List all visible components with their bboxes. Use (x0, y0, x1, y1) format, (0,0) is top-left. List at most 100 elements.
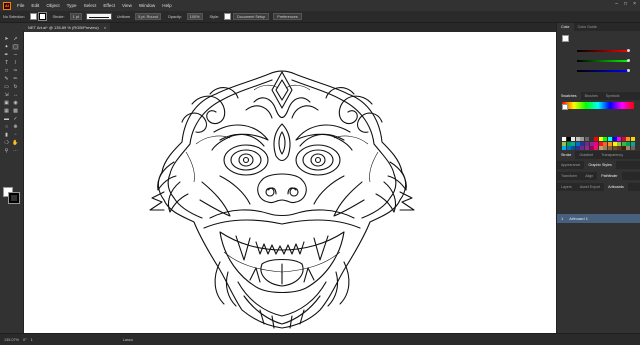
slice-tool-icon[interactable]: ❍ (3, 140, 10, 146)
rotation-angle[interactable]: 0° (23, 338, 27, 342)
tab-asset-export[interactable]: Asset Export (576, 183, 604, 191)
pencil-tool-icon[interactable]: ✏ (12, 76, 19, 82)
swatch-chip[interactable] (594, 137, 599, 141)
free-transform-tool-icon[interactable]: ▣ (3, 100, 10, 106)
menu-window[interactable]: Window (139, 3, 155, 8)
rotate-tool-icon[interactable]: ↻ (12, 84, 19, 90)
eraser-tool-icon[interactable]: ▭ (3, 84, 10, 90)
swatch-chip[interactable] (584, 141, 589, 146)
swatch-chip[interactable] (575, 146, 580, 151)
swatch-chip[interactable] (612, 146, 617, 151)
gradient-tool-icon[interactable]: ▬ (3, 116, 10, 122)
swatch-chip[interactable] (612, 137, 617, 141)
eyedropper-tool-icon[interactable]: ✓ (12, 116, 19, 122)
magic-wand-tool-icon[interactable]: ✦ (3, 44, 10, 50)
tab-transform[interactable]: Transform (557, 172, 581, 180)
blend-tool-icon[interactable]: ○ (3, 124, 10, 130)
artboard-navigator[interactable]: 1 (31, 338, 33, 342)
tab-gradient[interactable]: Gradient (575, 151, 597, 159)
menu-select[interactable]: Select (84, 3, 97, 8)
swatch-chip[interactable] (594, 141, 599, 146)
tab-pathfinder[interactable]: Pathfinder (597, 172, 622, 180)
red-slider[interactable] (577, 49, 630, 52)
shape-builder-tool-icon[interactable]: ◉ (12, 100, 19, 106)
symbol-sprayer-tool-icon[interactable]: ❋ (12, 124, 19, 130)
tab-align[interactable]: Align (581, 172, 597, 180)
column-graph-tool-icon[interactable]: ▮ (3, 132, 10, 138)
tab-brushes[interactable]: Brushes (581, 92, 602, 100)
curvature-tool-icon[interactable]: ∽ (12, 52, 19, 58)
swatch-chip[interactable] (598, 137, 603, 141)
menu-view[interactable]: View (122, 3, 132, 8)
edit-toolbar-icon[interactable]: ⋯ (12, 148, 19, 154)
swatch-chip[interactable] (598, 146, 603, 151)
swatch-chip[interactable] (617, 141, 622, 146)
swatch-chip[interactable] (566, 146, 571, 151)
swatch-chip[interactable] (594, 146, 599, 151)
blue-slider[interactable] (577, 69, 630, 72)
stroke-weight-field[interactable]: 1 pt (69, 13, 82, 20)
tab-artboards[interactable]: Artboards (604, 183, 628, 191)
hand-tool-icon[interactable]: ✋ (12, 140, 19, 146)
swatch-chip[interactable] (630, 146, 635, 151)
swatch-chip[interactable] (584, 146, 589, 151)
zoom-level[interactable]: 135.07% (4, 338, 19, 342)
tab-stroke[interactable]: Stroke (557, 151, 576, 159)
tab-layers[interactable]: Layers (557, 183, 576, 191)
swatch-chip[interactable] (607, 146, 612, 151)
swatch-chip[interactable] (617, 137, 622, 141)
swatch-chip[interactable] (575, 137, 580, 141)
artboard-list-item[interactable]: 1 Artboard 1 (557, 214, 640, 223)
swatch-chip[interactable] (562, 141, 566, 146)
swatch-chip[interactable] (580, 137, 585, 141)
swatch-chip[interactable] (562, 146, 566, 151)
tab-appearance[interactable]: Appearance (557, 161, 584, 169)
swatch-chip[interactable] (607, 141, 612, 146)
swatch-chip[interactable] (630, 141, 635, 146)
maximize-icon[interactable]: □ (624, 1, 627, 7)
swatch-chip[interactable] (571, 137, 576, 141)
close-tab-icon[interactable]: × (104, 25, 106, 30)
swatch-chip[interactable] (612, 141, 617, 146)
swatch-chip[interactable] (630, 137, 635, 141)
pen-tool-icon[interactable]: ✒ (3, 52, 10, 58)
artboard-tool-icon[interactable]: ▫ (12, 132, 19, 138)
preferences-button[interactable]: Preferences (273, 13, 302, 20)
type-tool-icon[interactable]: T (3, 60, 10, 66)
zoom-tool-icon[interactable]: ⚲ (3, 148, 10, 154)
swatch-chip[interactable] (598, 141, 603, 146)
brush-definition[interactable]: 5 pt. Round (135, 13, 161, 20)
color-spectrum[interactable] (562, 102, 634, 109)
green-slider[interactable] (577, 59, 630, 62)
tab-symbols[interactable]: Symbols (602, 92, 624, 100)
swatch-chip[interactable] (566, 137, 571, 141)
menu-type[interactable]: Type (67, 3, 77, 8)
line-tool-icon[interactable]: / (12, 60, 19, 66)
opacity-field[interactable]: 100% (186, 13, 203, 20)
swatch-chip[interactable] (584, 137, 589, 141)
swatch-chip[interactable] (626, 137, 631, 141)
perspective-grid-tool-icon[interactable]: ▦ (3, 108, 10, 114)
tab-graphic-styles[interactable]: Graphic Styles (584, 161, 616, 169)
stroke-swatch[interactable] (37, 12, 47, 21)
swatch-chip[interactable] (603, 146, 608, 151)
swatch-chip[interactable] (575, 141, 580, 146)
swatch-chip[interactable] (589, 141, 594, 146)
swatch-chip[interactable] (621, 146, 626, 151)
rectangle-tool-icon[interactable]: □ (3, 68, 10, 74)
swatch-chip[interactable] (621, 137, 626, 141)
color-fill-indicator[interactable] (562, 35, 569, 42)
swatch-chip[interactable] (626, 141, 631, 146)
menu-help[interactable]: Help (162, 3, 171, 8)
width-tool-icon[interactable]: ↔ (12, 92, 19, 98)
swatch-chip[interactable] (571, 141, 576, 146)
menu-object[interactable]: Object (46, 3, 59, 8)
tab-transparency[interactable]: Transparency (597, 151, 627, 159)
swatch-chip[interactable] (603, 137, 608, 141)
shaper-tool-icon[interactable]: ✎ (3, 76, 10, 82)
swatch-chip[interactable] (626, 146, 631, 151)
swatch-current[interactable] (562, 104, 568, 110)
direct-selection-tool-icon[interactable]: ➚ (12, 36, 19, 42)
swatch-chip[interactable] (580, 146, 585, 151)
tab-color-guide[interactable]: Color Guide (574, 23, 601, 31)
